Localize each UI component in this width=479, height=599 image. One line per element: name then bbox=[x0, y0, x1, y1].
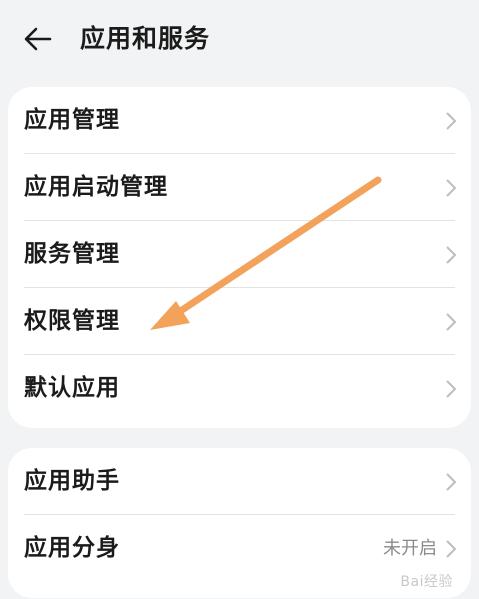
list-item-label: 应用管理 bbox=[24, 107, 120, 133]
list-item-default-apps[interactable]: 默认应用 bbox=[8, 355, 471, 422]
chevron-right-icon bbox=[446, 112, 457, 130]
list-item-app-launch-management[interactable]: 应用启动管理 bbox=[8, 154, 471, 221]
list-item-label: 服务管理 bbox=[24, 241, 120, 267]
list-item-app-management[interactable]: 应用管理 bbox=[8, 87, 471, 154]
chevron-right-icon bbox=[446, 179, 457, 197]
watermark: Bai经验 bbox=[400, 574, 453, 590]
list-item-label: 应用助手 bbox=[24, 468, 120, 494]
list-item-label: 权限管理 bbox=[24, 308, 120, 334]
chevron-right-icon bbox=[446, 380, 457, 398]
list-item-service-management[interactable]: 服务管理 bbox=[8, 221, 471, 288]
list-item-label: 默认应用 bbox=[24, 375, 120, 401]
chevron-right-icon bbox=[446, 246, 457, 264]
list-item-label: 应用分身 bbox=[24, 535, 120, 561]
chevron-right-icon bbox=[446, 313, 457, 331]
page-title: 应用和服务 bbox=[80, 24, 211, 53]
chevron-right-icon bbox=[446, 540, 457, 558]
list-item-app-assistant[interactable]: 应用助手 bbox=[8, 448, 471, 515]
list-item-label: 应用启动管理 bbox=[24, 174, 168, 200]
arrow-left-icon bbox=[24, 27, 52, 51]
list-item-permission-management[interactable]: 权限管理 bbox=[8, 288, 471, 355]
settings-group-1: 应用管理 应用启动管理 服务管理 权限管理 默认应用 bbox=[8, 87, 471, 428]
back-button[interactable] bbox=[20, 22, 56, 58]
title-bar: 应用和服务 bbox=[0, 0, 479, 80]
chevron-right-icon bbox=[446, 473, 457, 491]
